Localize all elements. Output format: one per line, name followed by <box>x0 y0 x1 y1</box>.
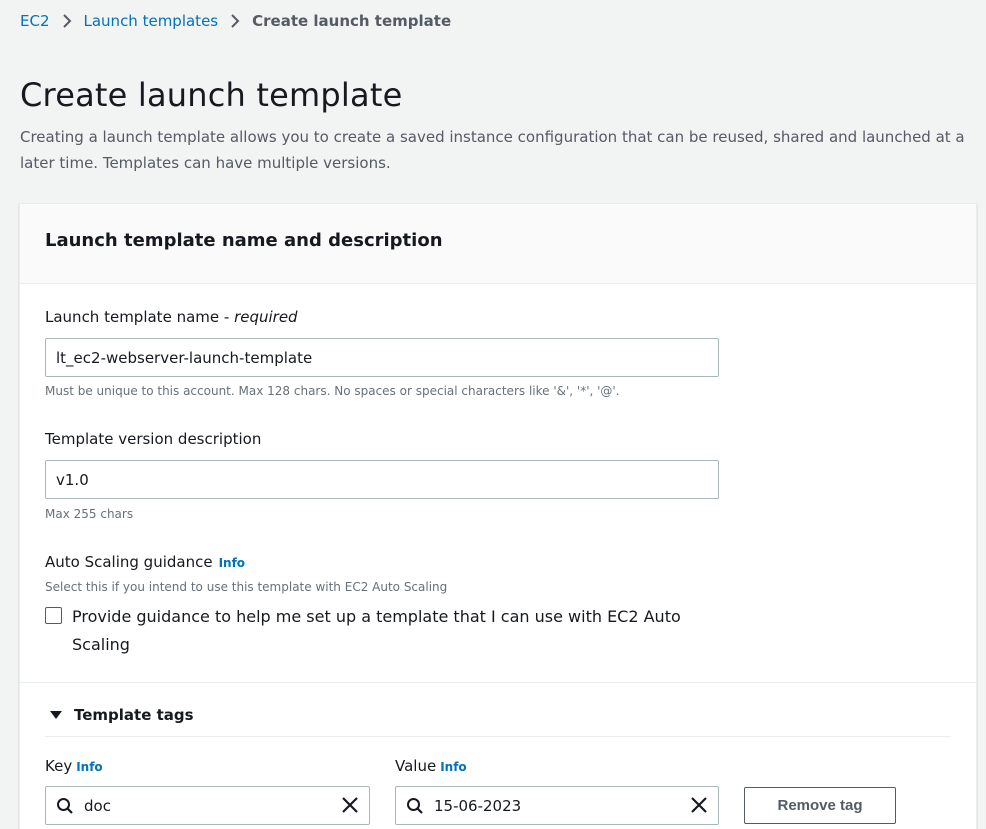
search-icon <box>56 797 74 815</box>
clear-icon[interactable] <box>690 796 708 814</box>
template-name-label: Launch template name - required <box>45 308 298 326</box>
tag-value-info-link[interactable]: Info <box>440 760 466 774</box>
caret-down-icon <box>50 711 62 719</box>
tag-value-input[interactable]: 15-06-2023 <box>395 786 719 825</box>
tag-key-value: doc <box>84 796 111 815</box>
tag-value-label: Value Info <box>395 757 467 775</box>
template-tags-title: Template tags <box>74 706 194 724</box>
breadcrumb-launch-templates-link[interactable]: Launch templates <box>84 12 219 30</box>
breadcrumb-ec2-link[interactable]: EC2 <box>20 12 50 30</box>
autoscaling-info-link[interactable]: Info <box>219 556 245 570</box>
template-tags-expander[interactable]: Template tags <box>50 706 194 724</box>
template-name-hint: Must be unique to this account. Max 128 … <box>45 384 620 398</box>
page-description: Creating a launch template allows you to… <box>20 128 965 172</box>
autoscaling-label: Auto Scaling guidance Info <box>45 553 246 571</box>
tag-key-label: Key Info <box>45 757 103 775</box>
chevron-right-icon <box>62 14 72 28</box>
panel-title: Launch template name and description <box>45 230 443 251</box>
breadcrumb-current: Create launch template <box>252 12 452 30</box>
required-marker: required <box>234 308 298 326</box>
autoscaling-checkbox-label[interactable]: Provide guidance to help me set up a tem… <box>72 603 692 659</box>
page-title: Create launch template <box>20 76 403 114</box>
tag-key-info-link[interactable]: Info <box>76 760 102 774</box>
tag-value-value: 15-06-2023 <box>434 796 522 815</box>
autoscaling-checkbox-row[interactable]: Provide guidance to help me set up a tem… <box>45 603 692 659</box>
panel-header: Launch template name and description <box>20 204 976 284</box>
autoscaling-description: Select this if you intend to use this te… <box>45 580 448 594</box>
section-divider <box>20 682 976 683</box>
search-icon <box>406 797 424 815</box>
launch-template-panel: Launch template name and description Lau… <box>19 203 977 829</box>
version-description-label: Template version description <box>45 430 262 448</box>
remove-tag-button[interactable]: Remove tag <box>744 787 896 824</box>
version-description-hint: Max 255 chars <box>45 507 134 521</box>
chevron-right-icon <box>230 14 240 28</box>
template-name-input[interactable]: lt_ec2-webserver-launch-template <box>45 338 719 377</box>
tags-divider <box>45 736 951 737</box>
clear-icon[interactable] <box>341 796 359 814</box>
version-description-input[interactable]: v1.0 <box>45 460 719 499</box>
autoscaling-checkbox[interactable] <box>45 607 62 624</box>
tag-key-input[interactable]: doc <box>45 786 370 825</box>
breadcrumb: EC2 Launch templates Create launch templ… <box>20 10 451 32</box>
